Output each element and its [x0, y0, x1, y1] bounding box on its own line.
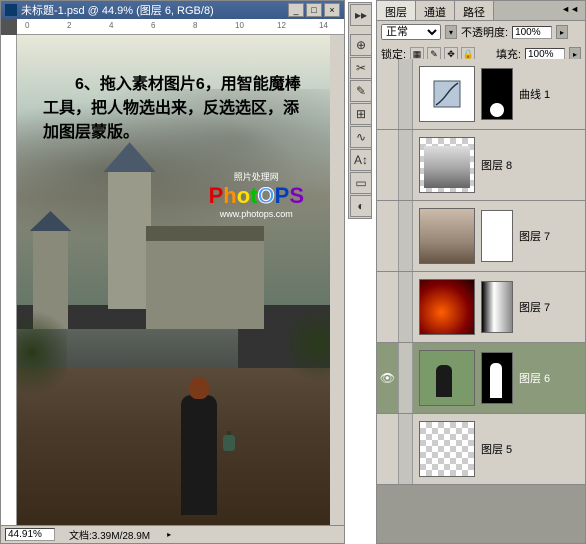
visibility-toggle[interactable]: [377, 130, 399, 200]
tab-layers[interactable]: 图层: [377, 1, 416, 20]
layer-mask[interactable]: [481, 210, 513, 262]
canvas-foliage-right: [287, 298, 330, 388]
visibility-toggle[interactable]: [377, 59, 399, 129]
watermark: 照片处理网 PhotOPS www.photops.com: [209, 170, 304, 219]
layer-thumbnail[interactable]: [419, 66, 475, 122]
canvas-area: 6、拖入素材图片6，用智能魔棒工具，把人物选出来，反选选区，添加图层蒙版。 照片…: [17, 35, 330, 525]
visibility-toggle[interactable]: 👁: [377, 343, 399, 413]
window-buttons: _ □ ×: [288, 3, 340, 17]
instruction-text: 6、拖入素材图片6，用智能魔棒工具，把人物选出来，反选选区，添加图层蒙版。: [43, 73, 312, 145]
layers-list[interactable]: 曲线 1 图层 8 图层 7 图层 7 👁 图层 6: [377, 59, 585, 543]
tab-channels[interactable]: 通道: [416, 1, 455, 20]
link-column[interactable]: [399, 272, 413, 342]
status-menu-arrow[interactable]: ▸: [164, 530, 174, 540]
layer-thumbnail[interactable]: [419, 279, 475, 335]
layer-name[interactable]: 图层 7: [519, 299, 550, 315]
tool-arrange[interactable]: ▸▸: [350, 4, 372, 26]
canvas[interactable]: 6、拖入素材图片6，用智能魔棒工具，把人物选出来，反选选区，添加图层蒙版。 照片…: [17, 35, 330, 525]
visibility-toggle[interactable]: [377, 414, 399, 484]
layer-mask[interactable]: [481, 352, 513, 404]
minimize-button[interactable]: _: [288, 3, 304, 17]
layer-item[interactable]: 图层 8: [377, 130, 585, 201]
watermark-url: www.photops.com: [209, 209, 304, 219]
link-column[interactable]: [399, 343, 413, 413]
layer-name[interactable]: 图层 7: [519, 228, 550, 244]
layer-name[interactable]: 曲线 1: [519, 86, 550, 102]
tool-layout[interactable]: ⊞: [350, 103, 372, 125]
app-icon: [5, 4, 17, 16]
curves-icon: [432, 79, 462, 109]
layer-thumbnail[interactable]: [419, 350, 475, 406]
layer-name[interactable]: 图层 8: [481, 157, 512, 173]
tool-shape[interactable]: ▭: [350, 172, 372, 194]
ruler-vertical[interactable]: [1, 35, 17, 525]
link-column[interactable]: [399, 130, 413, 200]
tool-slice[interactable]: ✂: [350, 57, 372, 79]
maximize-button[interactable]: □: [306, 3, 322, 17]
panel-menu-icon[interactable]: ◄◄: [555, 1, 585, 20]
link-column[interactable]: [399, 201, 413, 271]
layer-item[interactable]: 图层 7: [377, 201, 585, 272]
layer-item-curves[interactable]: 曲线 1: [377, 59, 585, 130]
watermark-label: 照片处理网: [209, 170, 304, 183]
tool-path[interactable]: ∿: [350, 126, 372, 148]
ruler-horizontal[interactable]: 0 2 4 6 8 10 12 14: [17, 19, 344, 35]
layers-panel: 图层 通道 路径 ◄◄ 正常 ▾ 不透明度: 100% ▸ 锁定: ▦ ✎ ✥ …: [376, 0, 586, 544]
close-button[interactable]: ×: [324, 3, 340, 17]
layer-thumbnail[interactable]: [419, 137, 475, 193]
status-bar: 文档:3.39M/28.9M ▸: [1, 525, 344, 543]
document-title: 未标题-1.psd @ 44.9% (图层 6, RGB/8): [21, 2, 214, 18]
tab-paths[interactable]: 路径: [455, 1, 494, 20]
layer-mask[interactable]: [481, 281, 513, 333]
zoom-input[interactable]: [5, 528, 55, 541]
document-window: 未标题-1.psd @ 44.9% (图层 6, RGB/8) _ □ × 0 …: [0, 0, 345, 544]
canvas-figure: [181, 395, 217, 515]
layer-name[interactable]: 图层 5: [481, 441, 512, 457]
tool-strip: ▸▸ ⊕ ✂ ✎ ⊞ ∿ A↕ ▭ ◐: [348, 2, 372, 219]
canvas-foliage-left: [17, 303, 67, 403]
scrollbar-vertical[interactable]: [330, 35, 344, 525]
opacity-arrow-icon[interactable]: ▸: [556, 25, 568, 39]
file-info: 文档:3.39M/28.9M: [69, 527, 150, 542]
layer-mask[interactable]: [481, 68, 513, 120]
layer-name[interactable]: 图层 6: [519, 370, 550, 386]
blend-mode-select[interactable]: 正常: [381, 24, 441, 40]
tool-brush[interactable]: ✎: [350, 80, 372, 102]
blend-row: 正常 ▾ 不透明度: 100% ▸: [377, 21, 585, 43]
link-column[interactable]: [399, 59, 413, 129]
tool-mode[interactable]: ◐: [350, 195, 372, 217]
panel-tabs: 图层 通道 路径 ◄◄: [377, 1, 585, 21]
layer-thumbnail[interactable]: [419, 208, 475, 264]
layer-item[interactable]: 图层 5: [377, 414, 585, 485]
layer-item[interactable]: 图层 7: [377, 272, 585, 343]
link-column[interactable]: [399, 414, 413, 484]
tool-zoom[interactable]: ⊕: [350, 34, 372, 56]
visibility-toggle[interactable]: [377, 201, 399, 271]
layer-thumbnail[interactable]: [419, 421, 475, 477]
layer-item-active[interactable]: 👁 图层 6: [377, 343, 585, 414]
opacity-label: 不透明度:: [461, 24, 508, 40]
visibility-toggle[interactable]: [377, 272, 399, 342]
tool-text[interactable]: A↕: [350, 149, 372, 171]
title-bar[interactable]: 未标题-1.psd @ 44.9% (图层 6, RGB/8) _ □ ×: [1, 1, 344, 19]
blend-dropdown-icon[interactable]: ▾: [445, 25, 457, 39]
opacity-field[interactable]: 100%: [512, 26, 552, 39]
